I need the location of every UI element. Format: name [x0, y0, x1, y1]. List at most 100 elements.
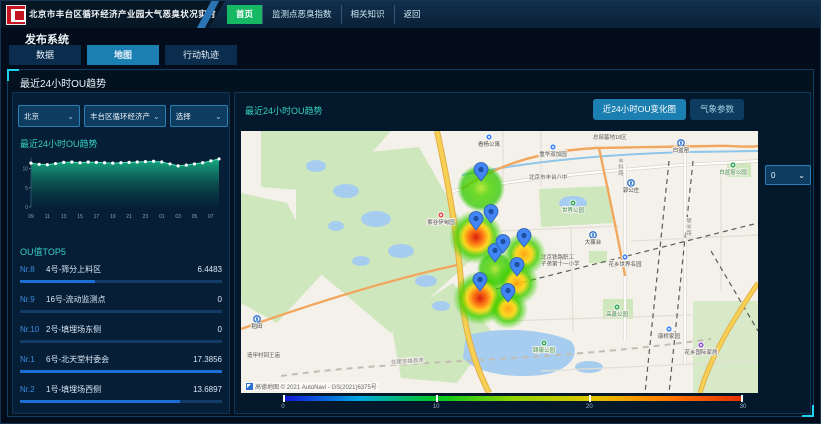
- nav-item-knowledge[interactable]: 相关知识: [341, 5, 394, 24]
- map-label: 颐康公园: [533, 346, 556, 354]
- station-name: 2号-填埋场东侧: [46, 325, 214, 335]
- corner-accent: [7, 69, 19, 81]
- top5-item[interactable]: Nr.916号-流动监测点 0: [20, 289, 222, 319]
- chevron-down-icon: ⌄: [153, 112, 160, 121]
- legend-tick: [283, 395, 285, 402]
- amap-logo-icon: [246, 383, 253, 390]
- top5-item[interactable]: Nr.16号-北天堂村委会17.3856: [20, 349, 222, 379]
- weather-params-button[interactable]: 气象参数: [690, 99, 744, 120]
- tab-track[interactable]: 行动轨迹: [165, 45, 237, 65]
- rank-label: Nr.9: [20, 295, 46, 305]
- map-label: 郭公庄: [623, 186, 640, 194]
- rank-label: Nr.1: [20, 355, 46, 365]
- map-label: 花乡国际家居: [684, 348, 718, 356]
- svg-text:17: 17: [94, 214, 100, 220]
- district-select[interactable]: 丰台区循环经济产 ⌄: [84, 105, 166, 127]
- svg-text:0: 0: [25, 205, 28, 211]
- progress-fill: [20, 370, 222, 373]
- svg-text:19: 19: [110, 214, 116, 220]
- station-name: 6号-北天堂村委会: [46, 355, 189, 365]
- heat-legend: 0 10 20 30: [283, 396, 743, 412]
- ou-value: 0: [218, 325, 222, 335]
- map-label: 高鑫公园: [606, 310, 629, 318]
- map-road-label: 樊羊路: [686, 217, 692, 237]
- svg-text:21: 21: [126, 214, 132, 220]
- top5-item[interactable]: Nr.21号-填埋场西侧 13.6897: [20, 379, 222, 409]
- map-label: 北京市丰台八中: [529, 173, 568, 181]
- map-column: 最近24小时OU趋势 近24小时OU变化图 气象参数: [234, 92, 811, 414]
- panel-title: 最近24小时OU趋势: [20, 75, 106, 90]
- ou-value: 6.4483: [198, 265, 222, 275]
- ou-value: 0: [218, 295, 222, 305]
- map-label: 看杨公寓: [478, 140, 501, 148]
- legend-tick: [436, 395, 438, 402]
- map-road-label: 丰科路: [618, 157, 624, 177]
- chevron-down-icon: ⌄: [215, 112, 222, 121]
- top5-item[interactable]: Nr.84号-筛分上料区 6.4483: [20, 259, 222, 289]
- map-attribution: 高德地图 © 2021 AutoNavi - GS(2021)6375号: [244, 382, 379, 391]
- ou-value: 13.6897: [193, 385, 222, 395]
- station-select[interactable]: 选择 ⌄: [170, 105, 228, 127]
- progress-track: [20, 340, 222, 343]
- map-section-title: 最近24小时OU趋势: [245, 104, 323, 117]
- svg-text:09: 09: [28, 214, 34, 220]
- map-label: 稻田: [251, 322, 262, 330]
- chevron-down-icon: ⌄: [798, 171, 805, 180]
- svg-text:5: 5: [25, 186, 28, 192]
- main-panel: 最近24小时OU趋势 北京 ⌄ 丰台区循环经济产 ⌄ 选择 ⌄ 最近24小时OU…: [7, 69, 814, 417]
- main-nav: 首页 监测点恶臭指数 相关知识 返回: [227, 5, 430, 24]
- trend-chart: 0510091113151719212301030507: [15, 149, 227, 235]
- svg-text:05: 05: [192, 214, 198, 220]
- progress-track: [20, 310, 222, 313]
- top5-item[interactable]: Nr.102号-填埋场东侧 0: [20, 319, 222, 349]
- svg-text:11: 11: [45, 214, 50, 220]
- progress-fill: [20, 400, 180, 403]
- rank-label: Nr.2: [20, 385, 46, 395]
- ou-change-map-button[interactable]: 近24小时OU变化图: [593, 99, 686, 120]
- progress-track: [20, 280, 222, 283]
- map-label: 大葆台: [585, 238, 602, 246]
- legend-tick: [741, 395, 743, 402]
- legend-labels: 0 10 20 30: [283, 404, 743, 412]
- legend-tick: [589, 395, 591, 402]
- nav-item-station-index[interactable]: 监测点恶臭指数: [262, 5, 341, 24]
- svg-text:13: 13: [61, 214, 67, 220]
- heat-legend-gradient: [283, 396, 743, 401]
- city-select[interactable]: 北京 ⌄: [18, 105, 80, 127]
- top5-list: Nr.84号-筛分上料区6.4483 Nr.916号-流动监测点0 Nr.102…: [20, 259, 222, 409]
- map-label: 造甲村回王庙: [247, 351, 281, 359]
- map-label: 康桥家园: [658, 332, 681, 340]
- map-label: 世界公园: [562, 206, 585, 214]
- tab-data[interactable]: 数据: [9, 45, 81, 65]
- view-tabs: 数据 地图 行动轨迹: [9, 45, 237, 65]
- progress-track: [20, 400, 222, 403]
- map-canvas[interactable]: 看杨公寓重华双加园总部基地18区白盆窑白盆窑公园郭公庄北京市丰台八中世界公园大葆…: [241, 131, 758, 393]
- map-label: 花乡世界名园: [608, 260, 642, 268]
- map-svg: 看杨公寓重华双加园总部基地18区白盆窑白盆窑公园郭公庄北京市丰台八中世界公园大葆…: [241, 131, 758, 393]
- top5-title: OU值TOP5: [20, 245, 66, 258]
- map-label: 白盆窑公园: [719, 168, 747, 176]
- rank-label: Nr.8: [20, 265, 46, 275]
- svg-text:01: 01: [159, 214, 165, 220]
- svg-text:10: 10: [22, 167, 28, 173]
- map-layer-select[interactable]: 0 ⌄: [765, 165, 811, 185]
- progress-track: [20, 370, 222, 373]
- map-label: 总部基地18区: [593, 133, 627, 141]
- svg-text:15: 15: [77, 214, 83, 220]
- station-name: 1号-填埋场西侧: [46, 385, 189, 395]
- progress-fill: [20, 280, 95, 283]
- left-column: 北京 ⌄ 丰台区循环经济产 ⌄ 选择 ⌄ 最近24小时OU趋势 05100911…: [12, 92, 230, 414]
- station-name: 16号-流动监测点: [46, 295, 214, 305]
- map-label: 白盆窑: [673, 146, 690, 154]
- nav-item-back[interactable]: 返回: [394, 5, 430, 24]
- filter-row: 北京 ⌄ 丰台区循环经济产 ⌄ 选择 ⌄: [18, 105, 224, 127]
- rank-label: Nr.10: [20, 325, 46, 335]
- svg-text:23: 23: [143, 214, 149, 220]
- station-name: 4号-筛分上料区: [46, 265, 194, 275]
- map-label: 紫谷伊甸园: [427, 218, 455, 226]
- nav-item-home[interactable]: 首页: [227, 5, 262, 24]
- app-title: 北京市丰台区循环经济产业园大气恶臭状况实时: [29, 1, 216, 28]
- map-buttons: 近24小时OU变化图 气象参数: [593, 99, 744, 120]
- svg-text:03: 03: [175, 214, 181, 220]
- tab-map[interactable]: 地图: [87, 45, 159, 65]
